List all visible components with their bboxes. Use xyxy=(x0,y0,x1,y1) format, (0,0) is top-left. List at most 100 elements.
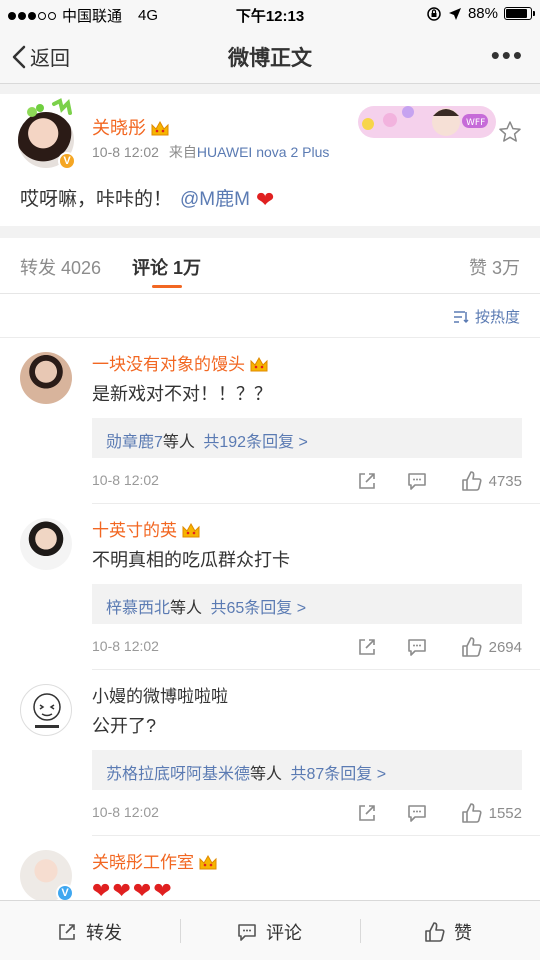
commenter-name[interactable]: 一块没有对象的馒头 xyxy=(92,350,269,375)
share-icon[interactable] xyxy=(356,470,378,492)
reply-users: 梓慕西北 xyxy=(106,600,171,617)
comment-text: 公开了? xyxy=(92,716,157,736)
reply-summary[interactable]: 勋章鹿7等人 共192条回复 > xyxy=(92,418,522,458)
tab-likes-label: 赞 xyxy=(468,258,487,278)
tab-reposts-label: 转发 xyxy=(20,258,56,278)
battery-percent: 88% xyxy=(467,5,498,22)
commenter-name-text: 小嫚的微博啦啦啦 xyxy=(92,687,228,706)
author-name-text: 关晓彤 xyxy=(92,118,146,138)
divider xyxy=(180,919,181,943)
post-card: V 关晓彤 10-8 12:02 来自HUAWEI nova 2 Plus WF… xyxy=(0,94,540,226)
like-icon xyxy=(461,471,482,491)
reply-connector: 等人 xyxy=(162,434,195,451)
comment-label: 评论 xyxy=(266,923,302,943)
tab-indicator xyxy=(152,285,182,288)
tab-reposts-count: 4026 xyxy=(61,258,102,278)
like-count: 1552 xyxy=(488,804,522,822)
reply-count: 共87条回复 > xyxy=(290,766,387,783)
repost-button[interactable]: 转发 xyxy=(56,919,122,945)
location-arrow-icon xyxy=(448,7,461,20)
post-source-prefix: 来自 xyxy=(168,144,197,160)
sort-by-hot-button[interactable]: 按热度 xyxy=(453,306,520,327)
rotation-lock-icon xyxy=(427,6,441,21)
avatar-decoration-icon xyxy=(27,98,72,117)
post-text: 哎呀嘛，咔咔的！ @M鹿M ❤ xyxy=(20,184,274,213)
like-button[interactable]: 4735 xyxy=(461,470,522,492)
commenter-avatar[interactable] xyxy=(20,352,72,404)
battery-icon xyxy=(504,7,535,20)
reply-count: 共192条回复 > xyxy=(203,434,308,451)
commenter-name[interactable]: 关晓彤工作室 xyxy=(92,848,218,873)
bottom-action-bar: 转发 评论 赞 xyxy=(0,900,540,960)
comment-text: 是新戏对不对！！？？ xyxy=(92,384,272,404)
heart-icon: ❤ xyxy=(153,878,174,900)
comment-item: 小嫚的微博啦啦啦 公开了? 苏格拉底呀阿基米德等人 共87条回复 > 10-8 … xyxy=(0,670,540,836)
tab-comments[interactable]: 评论 1万 xyxy=(132,254,201,280)
comment-icon[interactable] xyxy=(406,470,428,492)
heart-icon: ❤ xyxy=(132,878,154,900)
comment-item: 十英寸的英 不明真相的吃瓜群众打卡 梓慕西北等人 共65条回复 > 10-8 1… xyxy=(0,504,540,670)
share-icon[interactable] xyxy=(356,802,378,824)
like-icon xyxy=(461,803,482,823)
sticker-avatar-icon xyxy=(33,693,61,728)
more-button[interactable]: ••• xyxy=(491,40,524,71)
reply-connector: 等人 xyxy=(170,600,203,617)
like-post-button[interactable]: 赞 xyxy=(424,919,472,945)
comment-time: 10-8 12:02 xyxy=(92,638,159,654)
verified-badge-icon: V xyxy=(56,884,74,900)
nav-bar: 返回 微博正文 ••• xyxy=(0,28,540,84)
commenter-name[interactable]: 十英寸的英 xyxy=(92,516,201,541)
post-body: 哎呀嘛，咔咔的！ xyxy=(20,189,173,210)
author-name[interactable]: 关晓彤 xyxy=(92,114,170,140)
reply-summary[interactable]: 梓慕西北等人 共65条回复 > xyxy=(92,584,522,624)
comment-icon[interactable] xyxy=(406,636,428,658)
comment-time: 10-8 12:02 xyxy=(92,804,159,820)
post-time: 10-8 12:02 xyxy=(92,144,159,160)
share-icon xyxy=(59,924,75,940)
comment-time: 10-8 12:02 xyxy=(92,472,159,488)
mention-link[interactable]: @M鹿M xyxy=(180,189,250,210)
verified-badge-icon: V xyxy=(58,152,76,170)
heart-icon: ❤ xyxy=(92,878,113,900)
share-icon[interactable] xyxy=(356,636,378,658)
commenter-name[interactable]: 小嫚的微博啦啦啦 xyxy=(92,682,228,707)
star-icon[interactable] xyxy=(498,120,522,144)
commenter-avatar[interactable] xyxy=(20,684,72,736)
reply-summary[interactable]: 苏格拉底呀阿基米德等人 共87条回复 > xyxy=(92,750,522,790)
page-title: 微博正文 xyxy=(228,47,312,70)
like-button[interactable]: 2694 xyxy=(461,636,522,658)
sort-label: 按热度 xyxy=(474,309,520,326)
repost-label: 转发 xyxy=(86,923,122,943)
card-decoration-icon: WFF xyxy=(358,106,496,138)
crown-badge-icon xyxy=(182,522,200,538)
divider xyxy=(360,919,361,943)
svg-text:WFF: WFF xyxy=(466,118,485,128)
heart-icon: ❤ xyxy=(112,878,133,900)
comment-list: 一块没有对象的馒头 是新戏对不对！！？？ 勋章鹿7等人 共192条回复 > 10… xyxy=(0,338,540,900)
comment-item: V 关晓彤工作室 ❤❤❤❤ xyxy=(0,836,540,900)
tab-reposts[interactable]: 转发 4026 xyxy=(20,254,101,280)
tab-comments-label: 评论 xyxy=(132,258,168,278)
tab-likes[interactable]: 赞 3万 xyxy=(469,254,520,280)
comment-icon[interactable] xyxy=(406,802,428,824)
post-source[interactable]: HUAWEI nova 2 Plus xyxy=(197,144,330,160)
tab-likes-count: 3万 xyxy=(491,258,520,278)
sort-icon xyxy=(453,310,469,323)
reply-connector: 等人 xyxy=(250,766,283,783)
commenter-name-text: 关晓彤工作室 xyxy=(92,853,194,872)
like-label: 赞 xyxy=(454,923,472,943)
crown-badge-icon xyxy=(250,356,268,372)
comment-button[interactable]: 评论 xyxy=(236,919,302,945)
comment-footer: 10-8 12:02 2694 xyxy=(92,636,522,658)
comment-item: 一块没有对象的馒头 是新戏对不对！！？？ 勋章鹿7等人 共192条回复 > 10… xyxy=(0,338,540,504)
reply-count: 共65条回复 > xyxy=(210,600,307,617)
comment-footer: 10-8 12:02 1552 xyxy=(92,802,522,824)
like-button[interactable]: 1552 xyxy=(461,802,522,824)
like-count: 2694 xyxy=(488,638,522,656)
heart-icon: ❤ xyxy=(255,187,275,212)
more-icon: ••• xyxy=(490,40,524,70)
comment-text: 不明真相的吃瓜群众打卡 xyxy=(92,550,290,570)
commenter-avatar[interactable] xyxy=(20,518,72,570)
comment-footer: 10-8 12:02 4735 xyxy=(92,470,522,492)
like-count: 4735 xyxy=(488,472,522,490)
